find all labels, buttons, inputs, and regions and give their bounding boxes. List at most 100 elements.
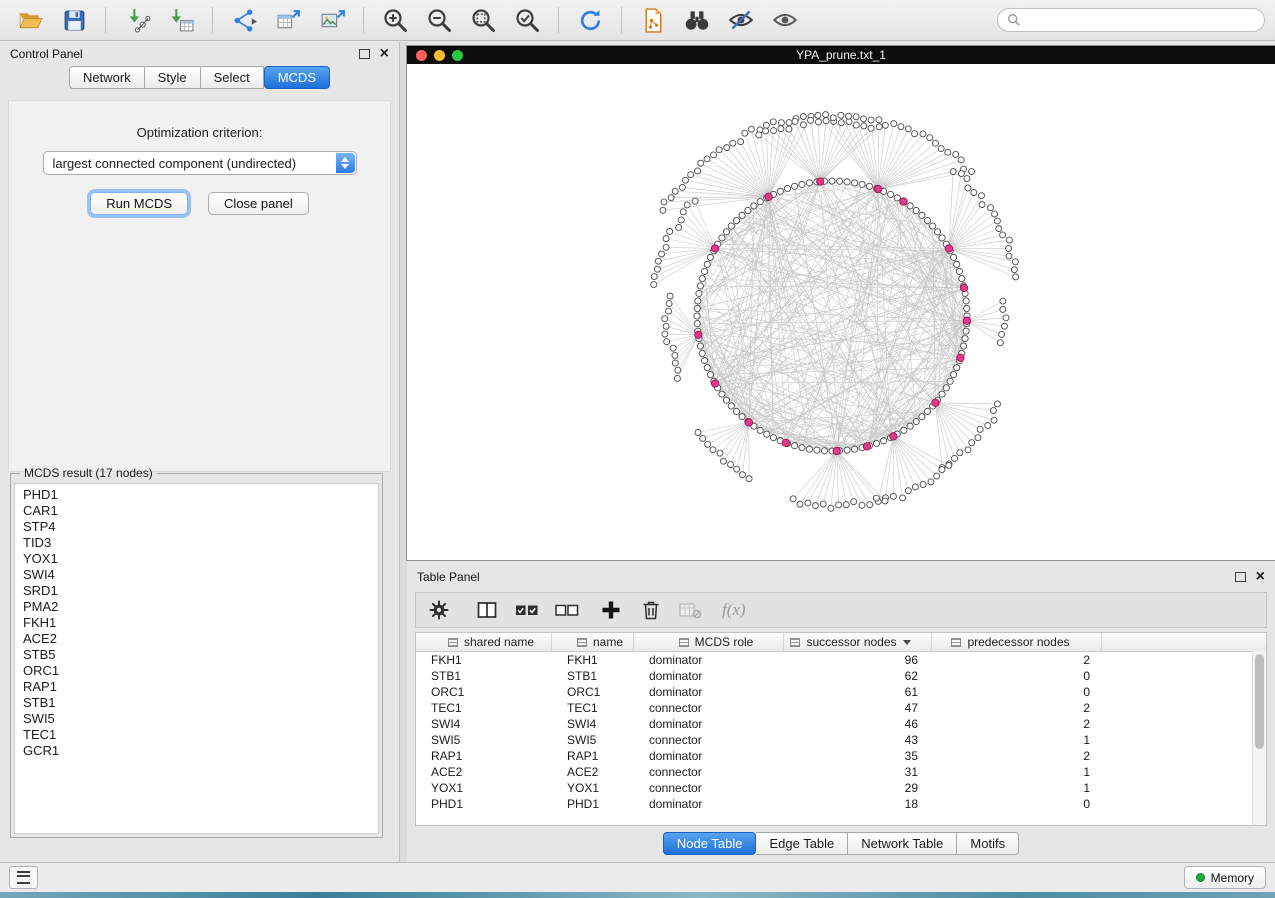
refresh-icon [577, 7, 604, 34]
tab-node-table[interactable]: Node Table [663, 832, 757, 855]
memory-button[interactable]: Memory [1184, 866, 1266, 889]
column-header-successor-nodes[interactable]: successor nodes [784, 633, 932, 651]
table-panel-tabs: Node TableEdge TableNetwork TableMotifs [407, 832, 1275, 855]
tab-network-table[interactable]: Network Table [848, 832, 957, 855]
column-header-MCDS-role[interactable]: MCDS role [634, 633, 784, 651]
table-row[interactable]: YOX1YOX1connector291 [416, 780, 1266, 796]
table-row[interactable]: ORC1ORC1dominator610 [416, 684, 1266, 700]
mcds-result-item[interactable]: SWI5 [23, 711, 370, 727]
zoom-out-button[interactable] [419, 4, 459, 36]
open-in-web-button[interactable] [633, 4, 673, 36]
table-scrollbar-thumb[interactable] [1255, 654, 1264, 749]
close-panel-icon[interactable]: × [1256, 571, 1265, 583]
toolbar-separator [105, 7, 106, 33]
table-row[interactable]: TEC1TEC1connector472 [416, 700, 1266, 716]
network-canvas[interactable] [407, 64, 1275, 560]
import-network-button[interactable] [117, 4, 157, 36]
eye-icon [771, 6, 799, 34]
mcds-result-item[interactable]: SRD1 [23, 583, 370, 599]
unselect-all-columns-button[interactable] [554, 597, 580, 623]
export-network-button[interactable] [224, 4, 264, 36]
table-row[interactable]: RAP1RAP1dominator352 [416, 748, 1266, 764]
tab-select[interactable]: Select [201, 66, 264, 89]
mcds-result-item[interactable]: TID3 [23, 535, 370, 551]
criterion-select[interactable]: largest connected component (undirected) [43, 151, 357, 175]
open-session-button[interactable] [10, 4, 50, 36]
cell-mcds-role: connector [634, 765, 784, 779]
mcds-result-item[interactable]: CAR1 [23, 503, 370, 519]
search-icon [1007, 13, 1021, 27]
search-field[interactable] [997, 8, 1265, 32]
zoom-selected-button[interactable] [507, 4, 547, 36]
refresh-network-button[interactable] [570, 4, 610, 36]
mcds-result-list[interactable]: PHD1CAR1STP4TID3YOX1SWI4SRD1PMA2FKH1ACE2… [14, 483, 379, 834]
mcds-result-item[interactable]: FKH1 [23, 615, 370, 631]
network-window-titlebar[interactable]: YPA_prune.txt_1 [407, 46, 1275, 64]
desktop-background [0, 892, 1275, 898]
tab-mcds[interactable]: MCDS [264, 66, 330, 89]
mcds-result-item[interactable]: RAP1 [23, 679, 370, 695]
table-row[interactable]: STB1STB1dominator620 [416, 668, 1266, 684]
table-row[interactable]: FKH1FKH1dominator962 [416, 652, 1266, 668]
mcds-result-item[interactable]: STB1 [23, 695, 370, 711]
show-graphics-details-button[interactable] [765, 4, 805, 36]
table-row[interactable]: ACE2ACE2connector311 [416, 764, 1266, 780]
mcds-result-item[interactable]: PMA2 [23, 599, 370, 615]
main-toolbar [0, 0, 1275, 41]
cell-mcds-role: connector [634, 701, 784, 715]
table-body: FKH1FKH1dominator962STB1STB1dominator620… [416, 652, 1266, 812]
mcds-result-item[interactable]: YOX1 [23, 551, 370, 567]
column-header-shared-name[interactable]: shared name [416, 633, 552, 651]
float-window-icon[interactable] [1235, 572, 1246, 582]
mcds-result-item[interactable]: ORC1 [23, 663, 370, 679]
tab-motifs[interactable]: Motifs [957, 832, 1019, 855]
save-session-button[interactable] [54, 4, 94, 36]
table-row[interactable]: SWI5SWI5connector431 [416, 732, 1266, 748]
mcds-result-item[interactable]: SWI4 [23, 567, 370, 583]
hide-selected-button[interactable] [721, 4, 761, 36]
table-settings-button[interactable] [428, 597, 450, 623]
zoom-in-button[interactable] [375, 4, 415, 36]
import-table-button[interactable] [161, 4, 201, 36]
cell-name: SWI4 [552, 717, 634, 731]
mcds-result-item[interactable]: STB5 [23, 647, 370, 663]
zoom-in-icon [382, 7, 409, 34]
show-column-panel-button[interactable] [476, 597, 498, 623]
function-builder-button-disabled: f(x) [722, 600, 746, 620]
column-header-predecessor-nodes[interactable]: predecessor nodes [932, 633, 1102, 651]
mcds-result-item[interactable]: PHD1 [23, 487, 370, 503]
table-scrollbar[interactable] [1252, 651, 1266, 825]
export-table-button[interactable] [268, 4, 308, 36]
show-panels-menu-button[interactable] [9, 866, 38, 889]
cell-shared-name: PHD1 [416, 797, 552, 811]
table-row[interactable]: SWI4SWI4dominator462 [416, 716, 1266, 732]
mcds-result-item[interactable]: ACE2 [23, 631, 370, 647]
table-row[interactable]: PHD1PHD1dominator180 [416, 796, 1266, 812]
zoom-fit-button[interactable] [463, 4, 503, 36]
cell-predecessor-nodes: 2 [932, 749, 1102, 763]
column-header-name[interactable]: name [552, 633, 634, 651]
search-input[interactable] [1027, 12, 1255, 28]
close-panel-icon[interactable]: × [380, 48, 389, 60]
find-button[interactable] [677, 4, 717, 36]
cell-shared-name: ACE2 [416, 765, 552, 779]
tab-network[interactable]: Network [69, 66, 145, 89]
float-window-icon[interactable] [359, 49, 370, 59]
column-label: MCDS role [695, 635, 754, 649]
export-network-icon [231, 7, 258, 34]
export-image-button[interactable] [312, 4, 352, 36]
mcds-result-item[interactable]: STP4 [23, 519, 370, 535]
mcds-result-item[interactable]: TEC1 [23, 727, 370, 743]
column-type-icon [448, 638, 458, 647]
panel-splitter[interactable] [400, 42, 407, 862]
mcds-result-item[interactable]: GCR1 [23, 743, 370, 759]
tab-edge-table[interactable]: Edge Table [756, 832, 848, 855]
close-panel-button[interactable]: Close panel [208, 192, 309, 215]
select-all-columns-button[interactable] [514, 597, 540, 623]
run-mcds-button[interactable]: Run MCDS [90, 192, 188, 215]
delete-column-button[interactable] [640, 597, 662, 623]
tab-style[interactable]: Style [145, 66, 201, 89]
cell-shared-name: TEC1 [416, 701, 552, 715]
table-panel-header: Table Panel × [407, 565, 1275, 589]
create-column-button[interactable] [600, 597, 622, 623]
